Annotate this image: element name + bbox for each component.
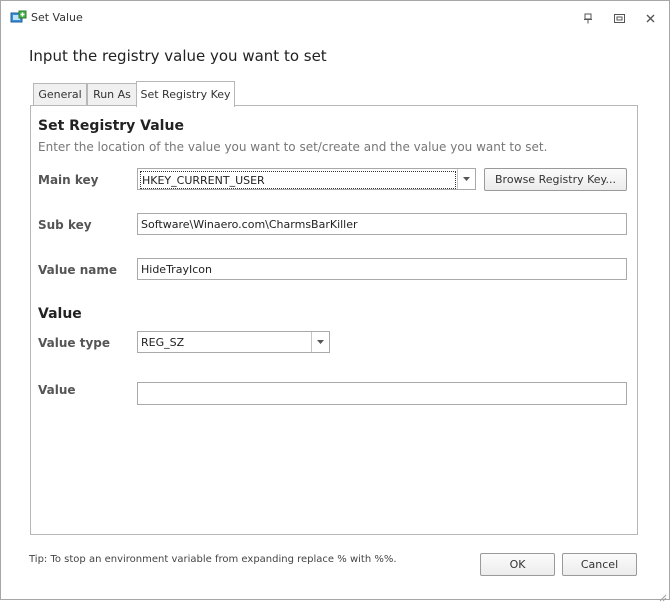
chevron-down-icon[interactable] (311, 332, 329, 352)
value-section-title: Value (38, 306, 82, 322)
dialog-content: Input the registry value you want to set… (9, 35, 661, 591)
page-title: Input the registry value you want to set (29, 47, 327, 65)
cancel-button[interactable]: Cancel (562, 553, 637, 576)
pin-icon[interactable] (579, 10, 597, 26)
sub-key-label: Sub key (38, 218, 92, 232)
tab-general[interactable]: General (33, 83, 87, 105)
restore-icon[interactable] (610, 10, 628, 26)
set-registry-value-title: Set Registry Value (38, 118, 184, 134)
value-name-label: Value name (38, 263, 117, 277)
main-key-label: Main key (38, 173, 99, 187)
window-title: Set Value (31, 11, 83, 24)
sub-key-input[interactable]: Software\Winaero.com\CharmsBarKiller (137, 213, 627, 235)
title-bar[interactable]: Set Value (1, 1, 669, 35)
value-input[interactable] (137, 382, 627, 405)
chevron-down-icon[interactable] (457, 169, 475, 189)
browse-registry-key-button[interactable]: Browse Registry Key... (484, 168, 627, 191)
close-icon[interactable] (641, 10, 659, 26)
tab-set-registry-key[interactable]: Set Registry Key (136, 81, 235, 107)
tab-run-as[interactable]: Run As (87, 83, 137, 105)
value-type-label: Value type (38, 336, 110, 350)
value-label: Value (38, 383, 76, 397)
registry-window-icon (10, 10, 27, 26)
resize-grip-icon[interactable] (657, 587, 667, 602)
set-value-window: Set Value Input the registry value you w… (0, 0, 670, 602)
main-key-dropdown[interactable]: HKEY_CURRENT_USER (137, 168, 476, 190)
value-name-input[interactable]: HideTrayIcon (137, 258, 627, 280)
value-type-value: REG_SZ (141, 335, 185, 349)
registry-description: Enter the location of the value you want… (38, 140, 548, 154)
main-key-value: HKEY_CURRENT_USER (140, 171, 456, 189)
tab-panel: Set Registry Value Enter the location of… (30, 105, 638, 535)
value-type-dropdown[interactable]: REG_SZ (137, 331, 330, 353)
tip-text: Tip: To stop an environment variable fro… (29, 554, 397, 565)
ok-button[interactable]: OK (480, 553, 555, 576)
